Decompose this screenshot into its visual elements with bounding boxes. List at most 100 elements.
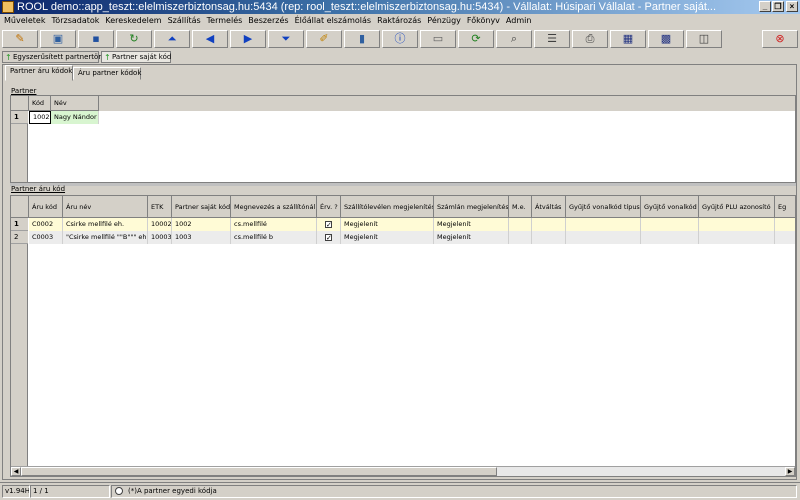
sajat-kod-cell[interactable]: 1003 bbox=[172, 231, 231, 244]
refresh-icon: ↻ bbox=[129, 32, 139, 45]
col-nev[interactable]: Név bbox=[51, 96, 99, 111]
plu-cell[interactable] bbox=[699, 218, 775, 231]
splitter[interactable] bbox=[10, 183, 796, 186]
table-row[interactable]: 1002 Nagy Nándor bbox=[29, 111, 99, 124]
refresh-toolbar-button[interactable]: ↻ bbox=[116, 30, 152, 48]
vonalkod-cell[interactable] bbox=[641, 231, 699, 244]
col-gyujto-plu[interactable]: Gyűjtő PLU azonosító bbox=[699, 196, 775, 218]
last-record-button[interactable]: ⏷ bbox=[268, 30, 304, 48]
close-window-button[interactable]: × bbox=[786, 1, 798, 12]
aru-kod-cell[interactable]: C0003 bbox=[29, 231, 63, 244]
menu-penzugy[interactable]: Pénzügy bbox=[424, 14, 464, 28]
row-number[interactable]: 1 bbox=[11, 218, 28, 231]
vonalkod-tipus-cell[interactable] bbox=[566, 218, 641, 231]
aru-kod-cell[interactable]: C0002 bbox=[29, 218, 63, 231]
erv-checkbox[interactable]: ✓ bbox=[325, 234, 332, 242]
sync-button[interactable]: ⟳ bbox=[458, 30, 494, 48]
atvaltas-cell[interactable] bbox=[532, 218, 566, 231]
col-erv[interactable]: Érv. ? bbox=[317, 196, 341, 218]
row-number[interactable]: 2 bbox=[11, 231, 28, 244]
print-button[interactable]: ⎙ bbox=[572, 30, 608, 48]
menu-beszerzes[interactable]: Beszerzés bbox=[245, 14, 291, 28]
restore-button[interactable]: ❐ bbox=[772, 1, 784, 12]
row-number[interactable]: 1 bbox=[11, 111, 28, 124]
col-kod[interactable]: Kód bbox=[29, 96, 51, 111]
atvaltas-cell[interactable] bbox=[532, 231, 566, 244]
aru-nev-cell[interactable]: Csirke mellfilé eh. bbox=[63, 218, 148, 231]
szamla-cell[interactable]: Megjelenít bbox=[434, 231, 509, 244]
exit-button[interactable]: ⊗ bbox=[762, 30, 798, 48]
etk-cell[interactable]: 10002 bbox=[148, 218, 172, 231]
list-view-button[interactable]: ☰ bbox=[534, 30, 570, 48]
col-szamla[interactable]: Számlán megjelenítés bbox=[434, 196, 509, 218]
previous-record-button[interactable]: ◀ bbox=[192, 30, 228, 48]
col-gyujto-vonalkod[interactable]: Gyűjtő vonalkód bbox=[641, 196, 699, 218]
open-toolbar-button[interactable]: ▣ bbox=[40, 30, 76, 48]
pencil-icon: ✎ bbox=[15, 32, 25, 45]
vonalkod-tipus-cell[interactable] bbox=[566, 231, 641, 244]
col-szallitolevel[interactable]: Szállítólevélen megjelenítés bbox=[341, 196, 434, 218]
save-toolbar-button[interactable]: ▪ bbox=[78, 30, 114, 48]
menu-muveletek[interactable]: Műveletek bbox=[0, 14, 48, 28]
col-partner-sajat-kod[interactable]: Partner saját kód bbox=[172, 196, 231, 218]
minimize-button[interactable]: _ bbox=[759, 1, 771, 12]
table-row[interactable]: C0002 Csirke mellfilé eh. 10002 1002 cs.… bbox=[29, 218, 795, 231]
me-cell[interactable] bbox=[509, 231, 532, 244]
menu-kereskedelem[interactable]: Kereskedelem bbox=[102, 14, 164, 28]
first-record-button[interactable]: ⏶ bbox=[154, 30, 190, 48]
info-button[interactable]: ⓘ bbox=[382, 30, 418, 48]
menu-eloallat[interactable]: Élőállat elszámolás bbox=[292, 14, 375, 28]
vonalkod-cell[interactable] bbox=[641, 218, 699, 231]
filter-radio[interactable] bbox=[115, 487, 123, 495]
delete-record-button[interactable]: ▮ bbox=[344, 30, 380, 48]
scroll-thumb[interactable] bbox=[21, 467, 497, 476]
menu-szallitas[interactable]: Szállítás bbox=[165, 14, 204, 28]
export-button[interactable]: ◫ bbox=[686, 30, 722, 48]
col-gyujto-vonalkod-tipus[interactable]: Gyűjtő vonalkód típus bbox=[566, 196, 641, 218]
next-record-button[interactable]: ▶ bbox=[230, 30, 266, 48]
erv-cell[interactable]: ✓ bbox=[317, 218, 341, 231]
table-row[interactable]: C0003 "Csirke mellfilé ""B""" eh." 10003… bbox=[29, 231, 795, 244]
aru-nev-cell[interactable]: "Csirke mellfilé ""B""" eh." bbox=[63, 231, 148, 244]
szamla-cell[interactable]: Megjelenít bbox=[434, 218, 509, 231]
col-etk[interactable]: ETK bbox=[148, 196, 172, 218]
erv-checkbox[interactable]: ✓ bbox=[325, 221, 332, 229]
etk-cell[interactable]: 10003 bbox=[148, 231, 172, 244]
col-aru-kod[interactable]: Áru kód bbox=[29, 196, 63, 218]
col-atvaltas[interactable]: Átváltás bbox=[532, 196, 566, 218]
szallito-cell[interactable]: Megjelenít bbox=[341, 218, 434, 231]
scroll-right-icon[interactable]: ▶ bbox=[785, 467, 795, 476]
search-button[interactable]: ⌕ bbox=[496, 30, 532, 48]
erv-cell[interactable]: ✓ bbox=[317, 231, 341, 244]
partner-kod-cell[interactable]: 1002 bbox=[29, 111, 51, 124]
col-aru-nev[interactable]: Áru név bbox=[63, 196, 148, 218]
tab-aru-partner-kodok[interactable]: Áru partner kódok bbox=[73, 67, 141, 80]
menu-termeles[interactable]: Termelés bbox=[204, 14, 246, 28]
partner-nev-cell[interactable]: Nagy Nándor bbox=[51, 111, 99, 124]
scroll-left-icon[interactable]: ◀ bbox=[11, 467, 21, 476]
filter-option[interactable]: (*)A partner egyedi kódja bbox=[111, 485, 797, 498]
sync-icon: ⟳ bbox=[471, 32, 481, 45]
menu-admin[interactable]: Admin bbox=[503, 14, 535, 28]
szallito-cell[interactable]: Megjelenít bbox=[341, 231, 434, 244]
grid-settings-button[interactable]: ▩ bbox=[648, 30, 684, 48]
edit-toolbar-button[interactable]: ✎ bbox=[2, 30, 38, 48]
menu-torzsadatok[interactable]: Törzsadatok bbox=[48, 14, 102, 28]
tab-partner-sajat-kod[interactable]: ↑ Partner saját kód bbox=[101, 51, 171, 63]
megnevezes-cell[interactable]: cs.mellfilé bbox=[231, 218, 317, 231]
plu-cell[interactable] bbox=[699, 231, 775, 244]
col-me[interactable]: M.e. bbox=[509, 196, 532, 218]
col-megnevezes[interactable]: Megnevezés a szállítónál bbox=[231, 196, 317, 218]
new-record-button[interactable]: ✐ bbox=[306, 30, 342, 48]
megnevezes-cell[interactable]: cs.mellfilé b bbox=[231, 231, 317, 244]
col-eg[interactable]: Eg bbox=[775, 196, 795, 218]
horizontal-scrollbar[interactable]: ◀ ▶ bbox=[11, 466, 795, 476]
tab-partner-aru-kodok[interactable]: Partner áru kódok bbox=[5, 65, 73, 81]
table-view-button[interactable]: ▦ bbox=[610, 30, 646, 48]
tab-egyszerusitett-partnertorzs[interactable]: ↑ Egyszerűsített partnertörzs bbox=[2, 51, 109, 63]
me-cell[interactable] bbox=[509, 218, 532, 231]
form-view-button[interactable]: ▭ bbox=[420, 30, 456, 48]
menu-fokonyv[interactable]: Főkönyv bbox=[464, 14, 503, 28]
sajat-kod-cell[interactable]: 1002 bbox=[172, 218, 231, 231]
menu-raktarozas[interactable]: Raktározás bbox=[374, 14, 424, 28]
